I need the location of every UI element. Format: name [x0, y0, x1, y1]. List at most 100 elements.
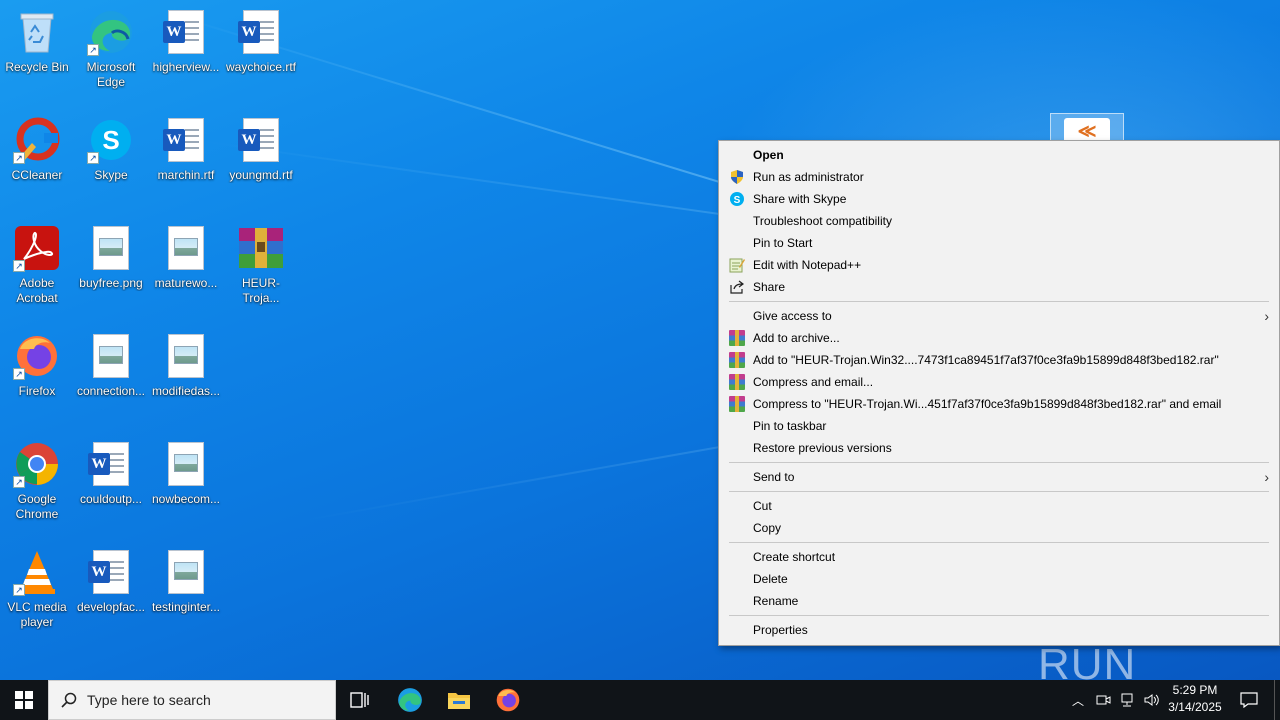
taskbar-edge-button[interactable] — [386, 680, 434, 720]
word-doc-icon: W — [162, 8, 210, 56]
winrar-icon — [729, 374, 745, 390]
menu-item-add-to-rar[interactable]: Add to "HEUR-Trojan.Win32....7473f1ca894… — [719, 349, 1279, 371]
desktop-icon-buyfree-png[interactable]: buyfree.png — [74, 218, 148, 318]
menu-item-add-to-archive[interactable]: Add to archive... — [719, 327, 1279, 349]
menu-item-share-with-skype[interactable]: S Share with Skype — [719, 188, 1279, 210]
selected-item-highlight: ≪ — [1050, 113, 1124, 144]
skype-icon: S — [729, 191, 745, 207]
taskbar-file-explorer-button[interactable] — [435, 680, 483, 720]
start-button[interactable] — [0, 680, 48, 720]
chevron-right-icon: › — [1264, 469, 1269, 485]
menu-item-label: Send to — [753, 470, 795, 484]
desktop-icon-couldoutp[interactable]: W couldoutp... — [74, 434, 148, 534]
menu-separator — [729, 462, 1269, 463]
action-center-button[interactable] — [1234, 680, 1264, 720]
menu-item-label: Troubleshoot compatibility — [753, 214, 892, 228]
icon-label: Adobe Acrobat — [16, 276, 58, 305]
desktop-icon-maturewo[interactable]: maturewo... — [149, 218, 223, 318]
desktop-icon-vlc[interactable]: ↗ VLC media player — [0, 542, 74, 642]
desktop-icon-heur-trojan[interactable]: HEUR-Troja... — [224, 218, 298, 318]
menu-item-properties[interactable]: Properties — [719, 619, 1279, 641]
desktop-icon-microsoft-edge[interactable]: ↗ Microsoft Edge — [74, 2, 148, 102]
word-doc-icon: W — [237, 116, 285, 164]
menu-item-run-as-administrator[interactable]: Run as administrator — [719, 166, 1279, 188]
icon-label: waychoice.rtf — [225, 60, 297, 74]
recycle-bin-icon — [13, 8, 61, 56]
desktop-icon-ccleaner[interactable]: ↗ CCleaner — [0, 110, 74, 210]
menu-item-rename[interactable]: Rename — [719, 590, 1279, 612]
menu-item-pin-to-start[interactable]: Pin to Start — [719, 232, 1279, 254]
show-desktop-button[interactable] — [1274, 680, 1280, 720]
desktop-icon-marchin-rtf[interactable]: W marchin.rtf — [149, 110, 223, 210]
word-doc-icon: W — [87, 440, 135, 488]
desktop-icon-modifiedas[interactable]: modifiedas... — [149, 326, 223, 426]
menu-item-label: Cut — [753, 499, 772, 513]
menu-item-cut[interactable]: Cut — [719, 495, 1279, 517]
icon-label: Skype — [94, 168, 128, 182]
icon-label: youngmd.rtf — [229, 168, 293, 182]
icon-label: Google Chrome — [15, 492, 59, 521]
shortcut-arrow-icon: ↗ — [13, 368, 25, 380]
desktop-icon-adobe-acrobat[interactable]: ↗ Adobe Acrobat — [0, 218, 74, 318]
desktop-icon-firefox[interactable]: ↗ Firefox — [0, 326, 74, 426]
menu-separator — [729, 542, 1269, 543]
icon-label: Recycle Bin — [5, 60, 69, 74]
tray-volume[interactable] — [1140, 680, 1162, 720]
menu-item-label: Edit with Notepad++ — [753, 258, 862, 272]
desktop-icon-google-chrome[interactable]: ↗ Google Chrome — [0, 434, 74, 534]
menu-item-label: Compress and email... — [753, 375, 874, 389]
menu-item-send-to[interactable]: Send to › — [719, 466, 1279, 488]
tray-meet-now[interactable] — [1092, 680, 1114, 720]
menu-item-restore-previous-versions[interactable]: Restore previous versions — [719, 437, 1279, 459]
shortcut-arrow-icon: ↗ — [13, 584, 25, 596]
shortcut-arrow-icon: ↗ — [87, 44, 99, 56]
uac-shield-icon — [729, 169, 745, 185]
menu-item-open[interactable]: Open — [719, 144, 1279, 166]
menu-item-label: Open — [753, 148, 784, 162]
desktop-icon-developfac[interactable]: W developfac... — [74, 542, 148, 642]
taskbar-firefox-button[interactable] — [484, 680, 532, 720]
desktop-icon-recycle-bin[interactable]: Recycle Bin — [0, 2, 74, 102]
desktop-icon-youngmd-rtf[interactable]: W youngmd.rtf — [224, 110, 298, 210]
show-hidden-icons-button[interactable]: ︿ — [1068, 680, 1088, 720]
icon-label: couldoutp... — [79, 492, 143, 506]
menu-item-pin-to-taskbar[interactable]: Pin to taskbar — [719, 415, 1279, 437]
taskbar-clock[interactable]: 5:29 PM 3/14/2025 — [1160, 682, 1230, 716]
chevron-up-icon: ︿ — [1071, 693, 1084, 708]
winrar-icon — [729, 352, 745, 368]
menu-separator — [729, 615, 1269, 616]
tray-network[interactable] — [1116, 680, 1138, 720]
menu-item-label: Properties — [753, 623, 808, 637]
menu-item-delete[interactable]: Delete — [719, 568, 1279, 590]
clock-date: 3/14/2025 — [1168, 700, 1222, 714]
camera-icon — [1096, 695, 1111, 705]
shortcut-arrow-icon: ↗ — [13, 152, 25, 164]
menu-item-label: Create shortcut — [753, 550, 836, 564]
winrar-icon — [729, 396, 745, 412]
menu-item-create-shortcut[interactable]: Create shortcut — [719, 546, 1279, 568]
taskbar-search-box[interactable]: Type here to search — [48, 680, 336, 720]
menu-item-label: Add to archive... — [753, 331, 840, 345]
menu-item-troubleshoot-compatibility[interactable]: Troubleshoot compatibility — [719, 210, 1279, 232]
edge-icon — [398, 688, 422, 712]
desktop-icon-higherview[interactable]: W higherview... — [149, 2, 223, 102]
desktop-icon-waychoice-rtf[interactable]: W waychoice.rtf — [224, 2, 298, 102]
edge-icon: ↗ — [87, 8, 135, 56]
task-view-button[interactable] — [336, 680, 384, 720]
icon-label: Firefox — [18, 384, 56, 398]
task-view-icon — [350, 692, 369, 708]
menu-item-compress-to-rar-and-email[interactable]: Compress to "HEUR-Trojan.Wi...451f7af37f… — [719, 393, 1279, 415]
menu-item-compress-and-email[interactable]: Compress and email... — [719, 371, 1279, 393]
desktop-icon-skype[interactable]: S ↗ Skype — [74, 110, 148, 210]
desktop-icon-connection[interactable]: connection... — [74, 326, 148, 426]
menu-item-give-access-to[interactable]: Give access to › — [719, 305, 1279, 327]
menu-item-share[interactable]: Share — [719, 276, 1279, 298]
icon-label: modifiedas... — [151, 384, 221, 398]
menu-item-edit-with-notepadpp[interactable]: Edit with Notepad++ — [719, 254, 1279, 276]
desktop-icon-testinginter[interactable]: testinginter... — [149, 542, 223, 642]
share-icon — [729, 279, 745, 295]
desktop-icon-nowbecom[interactable]: nowbecom... — [149, 434, 223, 534]
shortcut-arrow-icon: ↗ — [13, 476, 25, 488]
image-file-icon — [162, 224, 210, 272]
menu-item-copy[interactable]: Copy — [719, 517, 1279, 539]
